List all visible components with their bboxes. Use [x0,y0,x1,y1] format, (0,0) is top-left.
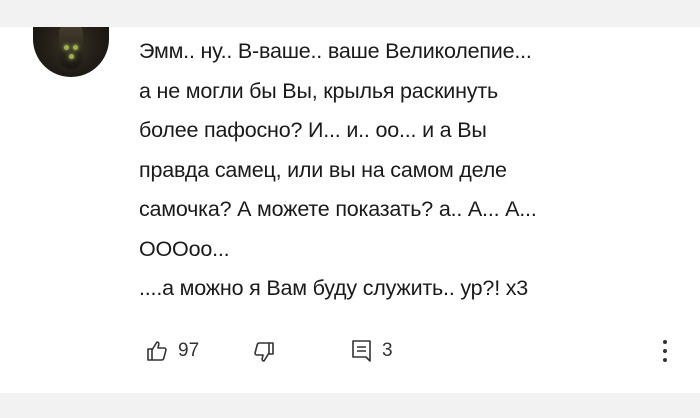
comment-line: самочка? А можете показать? а.. А... А..… [139,197,537,221]
reply-count: 3 [382,340,393,361]
comment-card: Эмм.. ну.. В-ваше.. ваше Великолепие... … [0,27,700,393]
thumbs-up-icon [145,339,169,363]
more-vertical-icon [663,340,667,344]
thumbs-down-icon [252,340,276,364]
reply-button[interactable]: 3 [351,339,393,363]
more-vertical-icon [663,349,667,353]
comment-actions: 97 3 [0,334,700,368]
like-button[interactable]: 97 [145,339,199,363]
avatar-glow [64,45,69,50]
comment-line: правда самец, или вы на самом деле [139,157,507,182]
comment-line: Эмм.. ну.. В-ваше.. ваше Великолепие... [139,39,532,63]
avatar[interactable] [33,27,109,77]
dislike-button[interactable] [252,340,276,364]
comment-line: более пафосно? И... и.. оо... и а Вы [139,118,487,142]
avatar-glow [73,45,78,50]
comment-line: а не могли бы Вы, крылья раскинуть [139,78,498,103]
comment-text: Эмм.. ну.. В-ваше.. ваше Великолепие... … [139,32,679,309]
comment-line: ....а можно я Вам буду служить.. ур?! х3 [139,276,529,300]
reply-icon [351,339,373,363]
more-options-button[interactable] [657,334,673,368]
avatar-glow [69,54,74,59]
avatar-figure [59,27,83,69]
comment-line: ОООоо... [139,236,230,261]
more-vertical-icon [663,358,667,362]
like-count: 97 [178,340,200,361]
